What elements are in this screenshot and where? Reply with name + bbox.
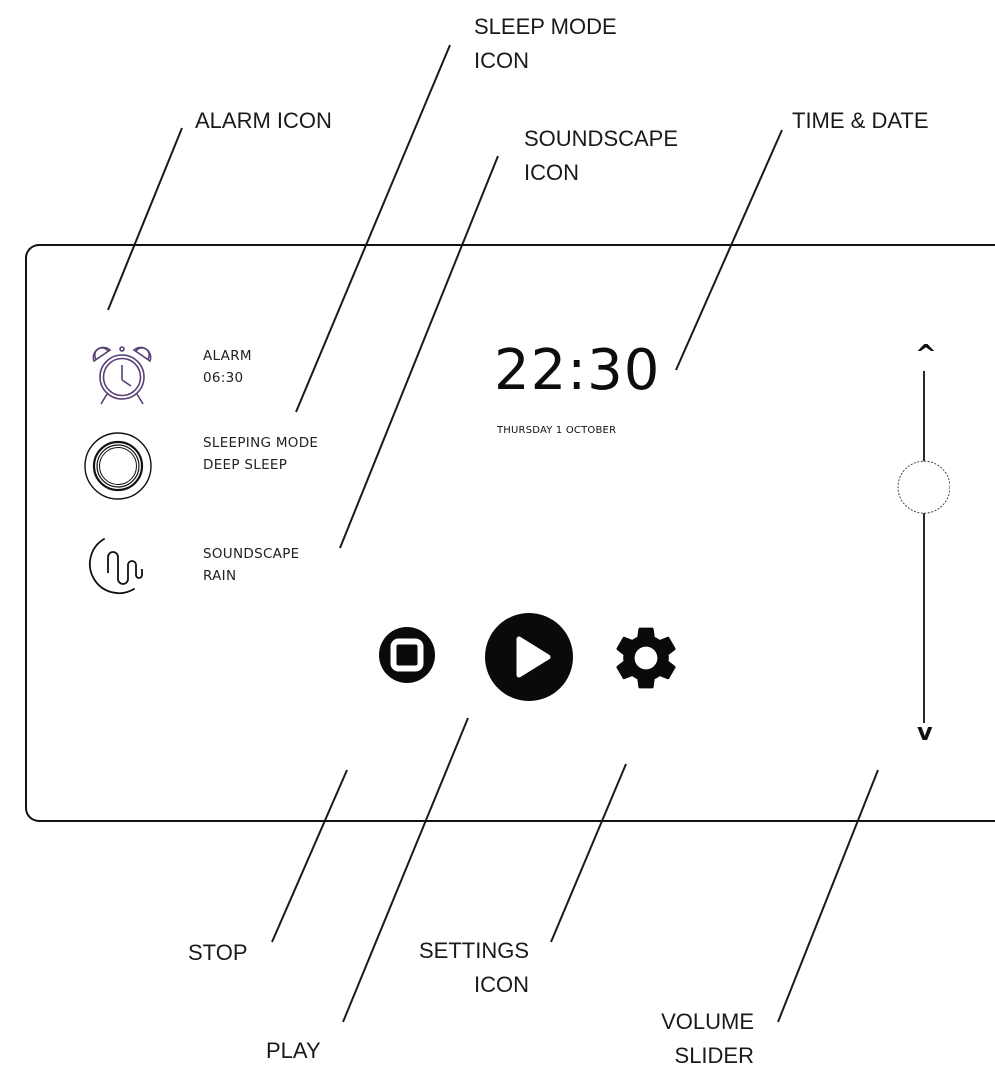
alarm-label: ALARM: [203, 348, 252, 364]
callout-stop: STOP: [188, 940, 248, 965]
stop-button[interactable]: [374, 622, 440, 688]
alarm-clock-icon[interactable]: [84, 338, 168, 412]
callout-sleep-mode-icon: SLEEP MODE ICON: [474, 14, 617, 73]
volume-slider-knob[interactable]: [897, 460, 950, 514]
clock-date: THURSDAY 1 OCTOBER: [497, 425, 617, 436]
callout-volume-slider: VOLUME SLIDER: [661, 1009, 754, 1068]
device-screen-panel: [25, 244, 995, 822]
play-icon: [485, 613, 573, 701]
volume-slider-track[interactable]: [880, 365, 950, 735]
stop-icon: [379, 627, 435, 683]
sleeping-mode-label: SLEEPING MODE: [203, 435, 319, 451]
sleeping-mode-value: DEEP SLEEP: [203, 457, 288, 473]
clock-time: 22:30: [494, 338, 661, 403]
play-button[interactable]: [482, 610, 576, 704]
ring-icon[interactable]: [82, 430, 154, 502]
moon-wave-icon[interactable]: [84, 535, 164, 595]
callout-settings-icon: SETTINGS ICON: [418, 938, 529, 997]
callout-alarm-icon: ALARM ICON: [195, 108, 332, 133]
settings-button[interactable]: [608, 620, 684, 696]
callout-soundscape-icon: SOUNDSCAPE ICON: [524, 126, 679, 185]
diagram-stage: SLEEP MODE ICON ALARM ICON SOUNDSCAPE IC…: [0, 0, 995, 1073]
soundscape-value: RAIN: [203, 568, 237, 584]
gear-icon: [616, 627, 676, 689]
alarm-value: 06:30: [203, 370, 244, 386]
volume-down-arrow[interactable]: v: [917, 718, 933, 746]
callout-time-date: TIME & DATE: [792, 108, 929, 133]
callout-play: PLAY: [266, 1038, 321, 1063]
soundscape-label: SOUNDSCAPE: [203, 546, 300, 562]
